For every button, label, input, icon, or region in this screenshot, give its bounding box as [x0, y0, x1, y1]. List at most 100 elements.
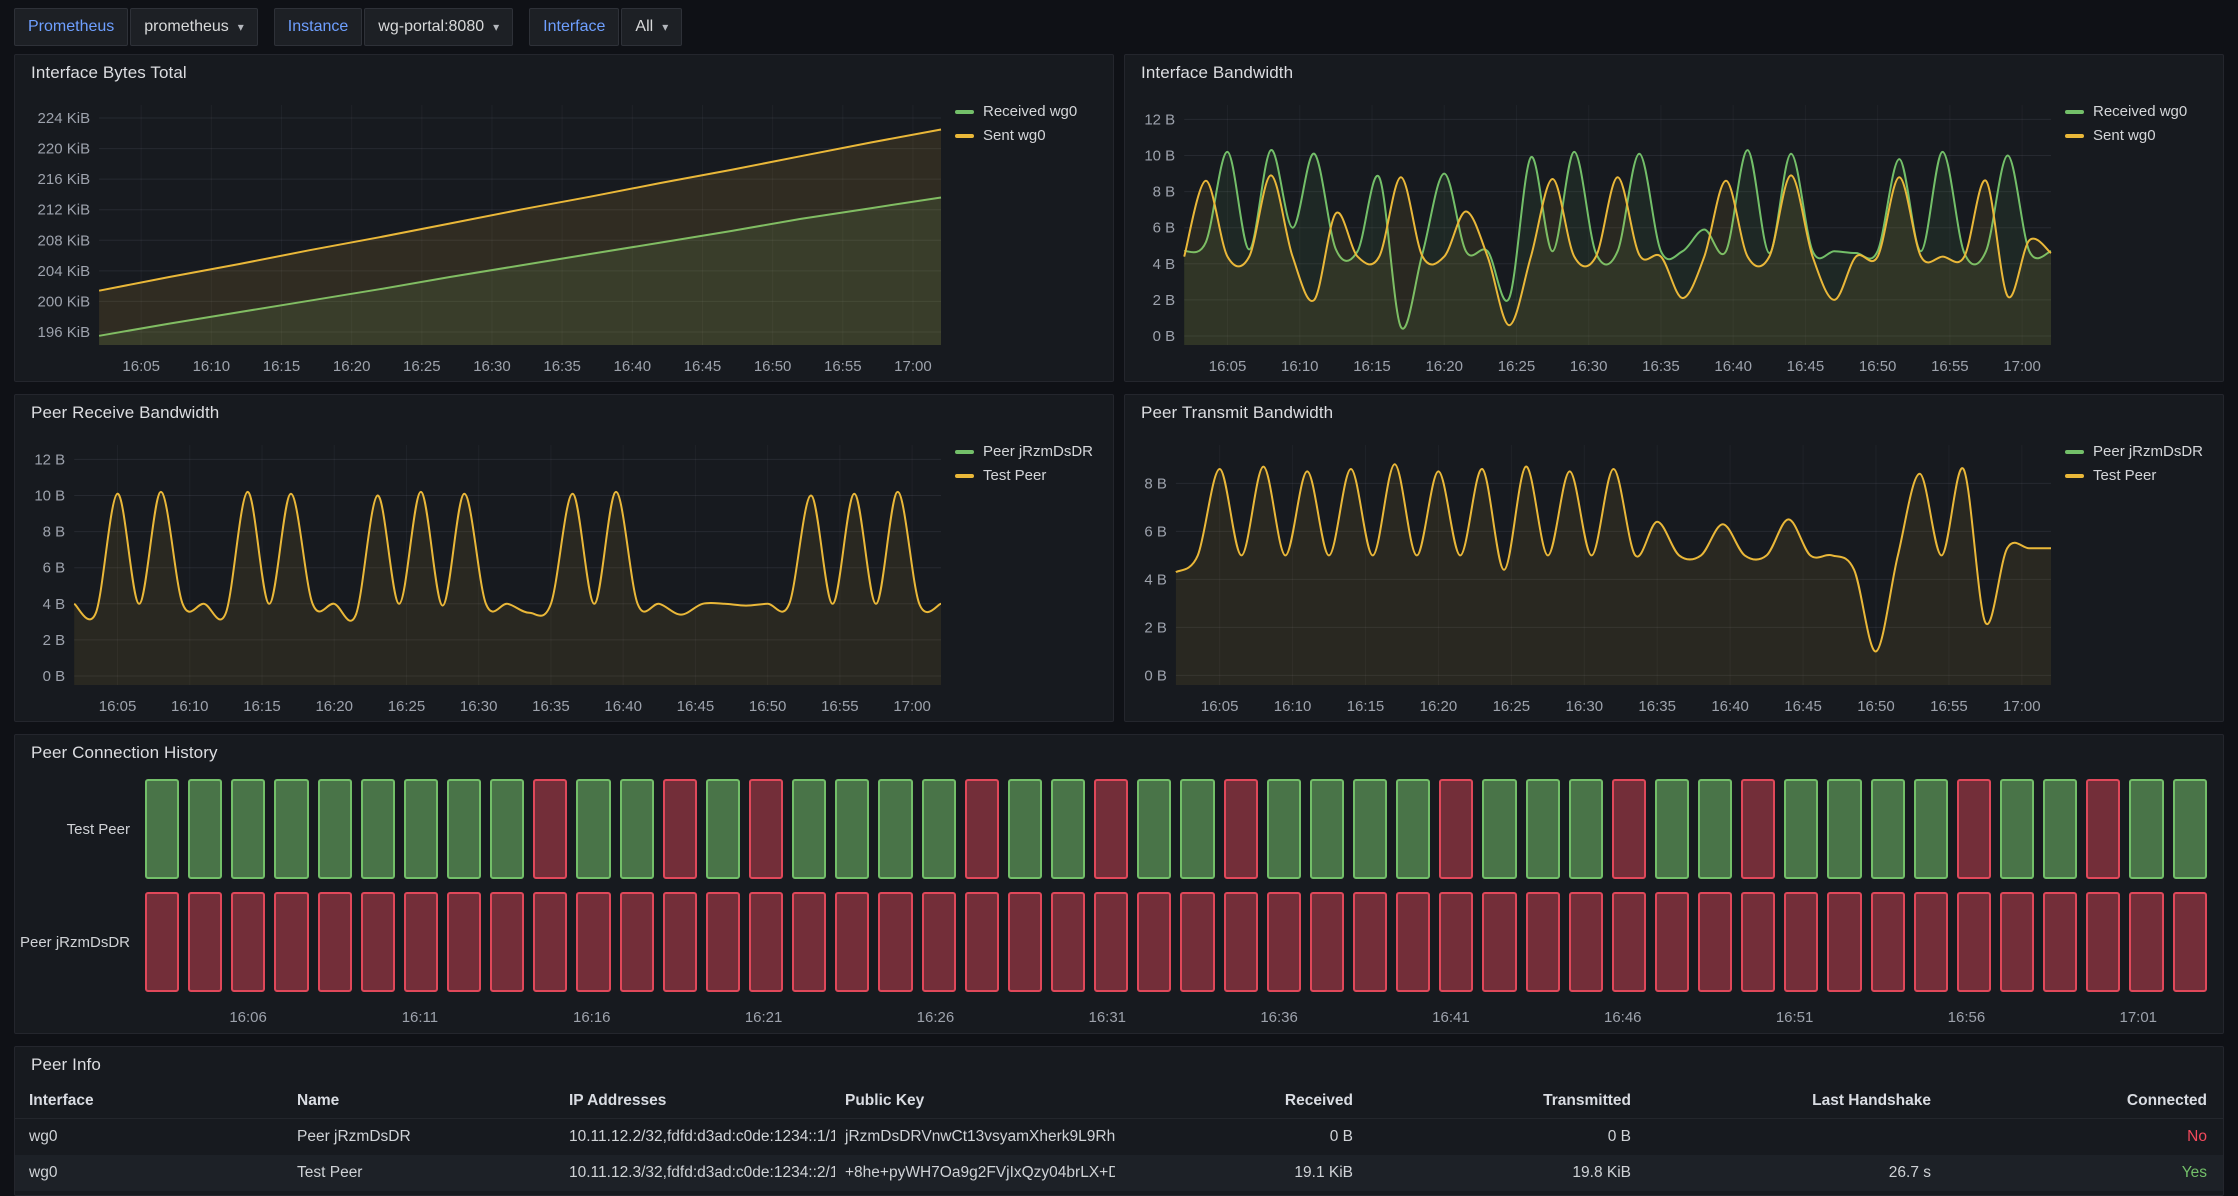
variable-dropdown-interface[interactable]: All ▾	[621, 8, 682, 46]
panel-title[interactable]: Peer Connection History	[31, 743, 218, 763]
x-axis-label: 16:26	[917, 1009, 955, 1026]
table-cell: wg0	[15, 1164, 287, 1182]
table-cell: jRzmDsDRVnwCt13vsyamXherk9L9RhR	[835, 1128, 1115, 1146]
y-axis-label: 0 B	[1144, 667, 1167, 684]
x-axis-label: 16:25	[1493, 698, 1531, 715]
x-axis-label: 16:25	[403, 358, 441, 375]
table-body: wg0Peer jRzmDsDR10.11.12.2/32,fdfd:d3ad:…	[15, 1119, 2223, 1191]
status-history-chart[interactable]: Test Peer Peer jRzmDsDR 16:0616:1116:161…	[15, 771, 2223, 1033]
table-row[interactable]: wg0Test Peer10.11.12.3/32,fdfd:d3ad:c0de…	[15, 1155, 2223, 1191]
x-axis-label: 17:01	[2119, 1009, 2157, 1026]
legend-label: Peer jRzmDsDR	[2093, 443, 2203, 460]
status-bar-up	[1008, 779, 1042, 879]
x-axis-label: 16:30	[473, 358, 511, 375]
x-axis-label: 16:50	[1859, 358, 1897, 375]
legend-item[interactable]: Received wg0	[2065, 103, 2211, 120]
status-bar-up	[231, 779, 265, 879]
x-axis-label: 16:30	[1570, 358, 1608, 375]
timeseries-chart[interactable]: 16:0516:1016:1516:2016:2516:3016:3516:40…	[23, 91, 955, 379]
status-bar-up	[1310, 779, 1344, 879]
status-bar-up	[620, 779, 654, 879]
x-axis-label: 16:40	[604, 698, 642, 715]
table-column-header[interactable]: Public Key	[835, 1092, 1115, 1110]
status-bar-down	[1957, 779, 1991, 879]
status-bar-up	[1482, 779, 1516, 879]
panel-title[interactable]: Peer Info	[31, 1055, 101, 1075]
status-bar-up	[404, 779, 438, 879]
x-axis-label: 16:20	[315, 698, 353, 715]
panel-header: Peer Connection History	[15, 735, 2223, 771]
x-axis-label: 16:40	[1714, 358, 1752, 375]
table-cell: Peer jRzmDsDR	[287, 1128, 559, 1146]
status-bar-down	[1827, 892, 1861, 992]
variable-dropdown-instance[interactable]: wg-portal:8080 ▾	[364, 8, 513, 46]
table-column-header[interactable]: Transmitted	[1363, 1092, 1641, 1110]
status-bar-down	[1224, 892, 1258, 992]
status-bar-down	[533, 779, 567, 879]
status-bar-down	[1569, 892, 1603, 992]
table-column-header[interactable]: Received	[1115, 1092, 1363, 1110]
status-bar-down	[274, 892, 308, 992]
panel-title[interactable]: Peer Receive Bandwidth	[31, 403, 219, 423]
status-row-label: Test Peer	[21, 779, 145, 879]
status-bar-down	[1871, 892, 1905, 992]
x-axis-label: 16:41	[1432, 1009, 1470, 1026]
y-axis-label: 2 B	[43, 632, 66, 649]
table-cell: No	[1941, 1128, 2223, 1146]
status-bar-up	[274, 779, 308, 879]
y-axis-label: 8 B	[1153, 184, 1176, 201]
timeseries-chart[interactable]: 16:0516:1016:1516:2016:2516:3016:3516:40…	[1133, 431, 2065, 719]
table-column-header[interactable]: Name	[287, 1092, 559, 1110]
status-bar-down	[576, 892, 610, 992]
status-bar-down	[2086, 892, 2120, 992]
table-row[interactable]: wg0Peer jRzmDsDR10.11.12.2/32,fdfd:d3ad:…	[15, 1119, 2223, 1155]
variable-label-instance[interactable]: Instance	[274, 8, 362, 46]
table-cell: 0 B	[1363, 1128, 1641, 1146]
variable-label-prometheus[interactable]: Prometheus	[14, 8, 128, 46]
y-axis-label: 208 KiB	[38, 232, 91, 249]
status-bar-up	[1784, 779, 1818, 879]
table-column-header[interactable]: Last Handshake	[1641, 1092, 1941, 1110]
table-cell: wg0	[15, 1128, 287, 1146]
legend-item[interactable]: Test Peer	[955, 467, 1101, 484]
x-axis-label: 16:20	[1420, 698, 1458, 715]
panel-title[interactable]: Interface Bandwidth	[1141, 63, 1293, 83]
x-axis-label: 16:45	[677, 698, 715, 715]
panel-title[interactable]: Peer Transmit Bandwidth	[1141, 403, 1333, 423]
status-bar-down	[2000, 892, 2034, 992]
x-axis-label: 16:35	[1642, 358, 1680, 375]
table-column-header[interactable]: Interface	[15, 1092, 287, 1110]
variable-interface: Interface All ▾	[529, 8, 682, 46]
legend-item[interactable]: Sent wg0	[2065, 127, 2211, 144]
status-bar-down	[1180, 892, 1214, 992]
timeseries-chart[interactable]: 16:0516:1016:1516:2016:2516:3016:3516:40…	[23, 431, 955, 719]
x-axis-label: 16:30	[1566, 698, 1604, 715]
legend: Received wg0 Sent wg0	[955, 91, 1105, 379]
status-bar-down	[1698, 892, 1732, 992]
legend-item[interactable]: Peer jRzmDsDR	[955, 443, 1101, 460]
variable-label-interface[interactable]: Interface	[529, 8, 619, 46]
table-column-header[interactable]: IP Addresses	[559, 1092, 835, 1110]
status-bar-down	[1957, 892, 1991, 992]
status-bar-up	[1353, 779, 1387, 879]
x-axis-label: 16:45	[684, 358, 722, 375]
legend-item[interactable]: Sent wg0	[955, 127, 1101, 144]
legend-item[interactable]: Peer jRzmDsDR	[2065, 443, 2211, 460]
status-bar-down	[490, 892, 524, 992]
status-bar-down	[922, 892, 956, 992]
x-axis-label: 16:30	[460, 698, 498, 715]
chevron-down-icon: ▾	[238, 21, 244, 33]
status-bar-down	[1396, 892, 1430, 992]
legend-item[interactable]: Test Peer	[2065, 467, 2211, 484]
x-axis-label: 16:05	[1209, 358, 1247, 375]
status-bar-up	[318, 779, 352, 879]
timeseries-chart[interactable]: 16:0516:1016:1516:2016:2516:3016:3516:40…	[1133, 91, 2065, 379]
panel-peer-transmit-bandwidth: Peer Transmit Bandwidth 16:0516:1016:151…	[1124, 394, 2224, 722]
legend-item[interactable]: Received wg0	[955, 103, 1101, 120]
panel-title[interactable]: Interface Bytes Total	[31, 63, 187, 83]
variable-dropdown-prometheus[interactable]: prometheus ▾	[130, 8, 258, 46]
status-bar-down	[749, 892, 783, 992]
table-column-header[interactable]: Connected	[1941, 1092, 2223, 1110]
series-area	[74, 492, 941, 685]
x-axis-label: 16:25	[1498, 358, 1536, 375]
